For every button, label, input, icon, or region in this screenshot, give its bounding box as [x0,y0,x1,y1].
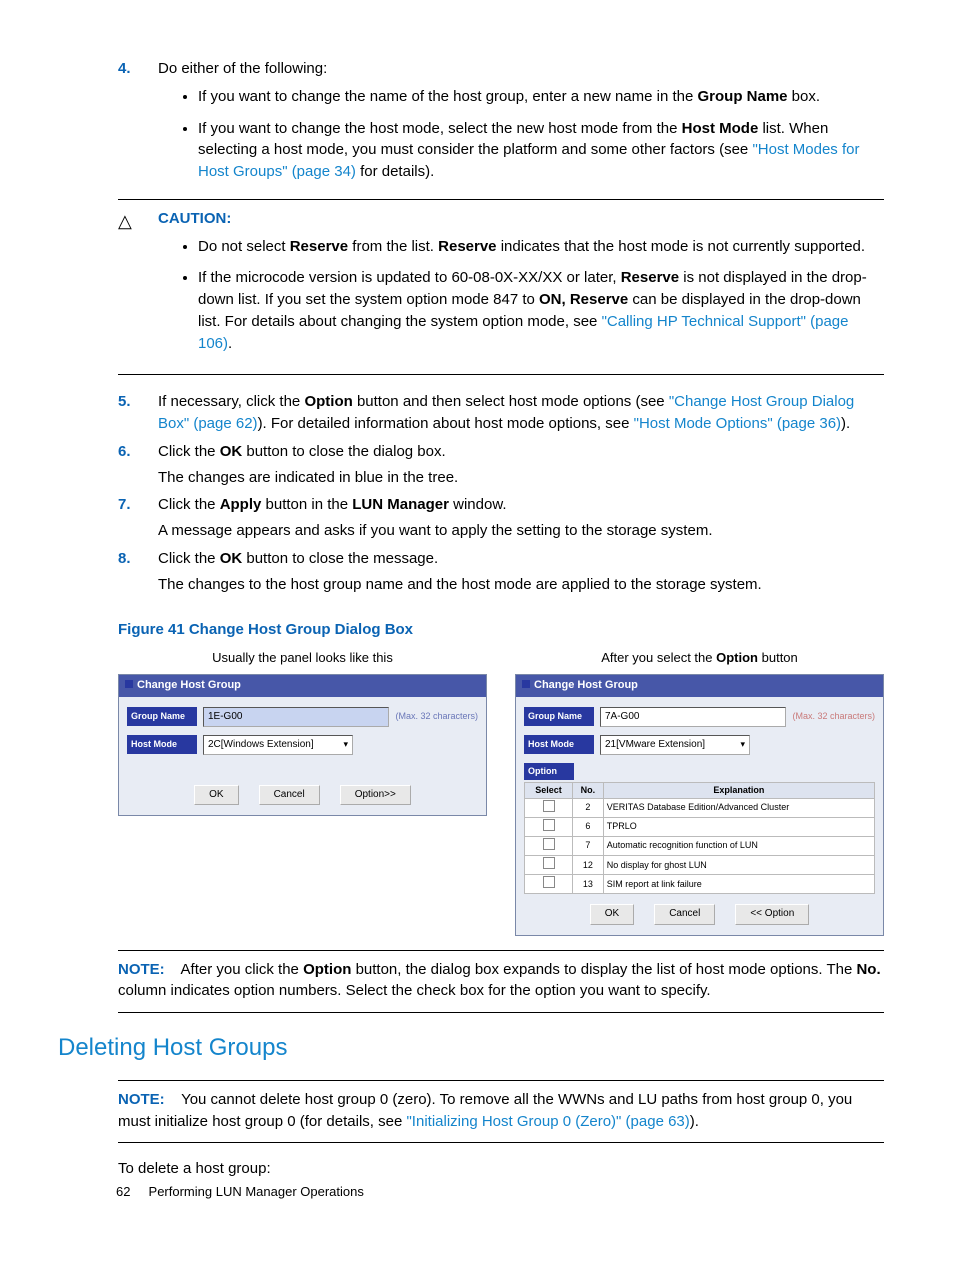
option-table: Select No. Explanation 2VERITAS Database… [524,782,875,894]
step-6: 6. Click the OK button to close the dial… [118,441,884,489]
host-mode-select[interactable]: 2C[Windows Extension]▾ [203,735,353,755]
table-row: 12No display for ghost LUN [525,856,875,875]
cancel-button[interactable]: Cancel [654,904,715,925]
step-text: Do either of the following: [158,60,327,77]
bullet: If you want to change the name of the ho… [198,86,884,108]
link[interactable]: "Host Mode Options" (page 36) [634,415,841,432]
step-8: 8. Click the OK button to close the mess… [118,548,884,596]
option-button[interactable]: Option>> [340,785,411,806]
table-row: 7Automatic recognition function of LUN [525,836,875,855]
chevron-down-icon: ▾ [740,738,745,751]
bullet: If you want to change the host mode, sel… [198,118,884,183]
figure-41: Usually the panel looks like this Change… [118,649,884,936]
step-5: 5. If necessary, click the Option button… [118,391,884,435]
link[interactable]: "Initializing Host Group 0 (Zero)" (page… [406,1113,689,1130]
section-heading: Deleting Host Groups [58,1031,884,1066]
group-name-input[interactable]: 7A-G00 [600,707,786,727]
col-select: Select [525,782,573,798]
caution-block: △ CAUTION: Do not select Reserve from th… [118,199,884,376]
table-row: 2VERITAS Database Edition/Advanced Clust… [525,798,875,817]
chevron-down-icon: ▾ [343,738,348,751]
figure-label-left: Usually the panel looks like this [118,649,487,668]
checkbox[interactable] [543,819,555,831]
step-7: 7. Click the Apply button in the LUN Man… [118,494,884,542]
figure-label-right: After you select the Option button [515,649,884,668]
table-row: 6TPRLO [525,817,875,836]
host-mode-select[interactable]: 21[VMware Extension]▾ [600,735,750,755]
caution-icon: △ [118,208,132,234]
option-back-button[interactable]: << Option [735,904,809,925]
checkbox[interactable] [543,857,555,869]
table-row: 13SIM report at link failure [525,875,875,894]
host-mode-label: Host Mode [524,735,594,754]
footer-title: Performing LUN Manager Operations [149,1184,364,1199]
checkbox[interactable] [543,800,555,812]
bullet: If the microcode version is updated to 6… [198,267,884,354]
note-heading: NOTE: [118,961,165,978]
bullet: Do not select Reserve from the list. Res… [198,236,884,258]
page-number: 62 [116,1184,130,1199]
col-explanation: Explanation [603,782,874,798]
checkbox[interactable] [543,838,555,850]
caution-heading: CAUTION: [158,208,884,230]
note-heading: NOTE: [118,1091,165,1108]
ok-button[interactable]: OK [590,904,634,925]
host-mode-label: Host Mode [127,735,197,754]
dialog-title: Change Host Group [119,675,486,697]
cancel-button[interactable]: Cancel [259,785,320,806]
group-name-label: Group Name [127,707,197,726]
checkbox[interactable] [543,876,555,888]
step-number: 4. [118,58,131,80]
note-block: NOTE: After you click the Option button,… [118,950,884,1014]
main-content: 4. Do either of the following: If you wa… [118,58,884,1013]
paragraph: To delete a host group: [118,1158,884,1180]
group-name-label: Group Name [524,707,594,726]
step-4: 4. Do either of the following: If you wa… [118,58,884,183]
dialog-right: Change Host Group Group Name 7A-G00 (Max… [515,674,884,936]
col-no: No. [573,782,604,798]
option-label: Option [524,763,574,780]
ok-button[interactable]: OK [194,785,238,806]
note-block: NOTE: You cannot delete host group 0 (ze… [118,1080,884,1144]
group-name-input[interactable]: 1E-G00 [203,707,389,727]
figure-caption: Figure 41 Change Host Group Dialog Box [118,619,884,641]
dialog-left: Change Host Group Group Name 1E-G00 (Max… [118,674,487,816]
dialog-title: Change Host Group [516,675,883,697]
page-footer: 62 Performing LUN Manager Operations [116,1183,364,1202]
